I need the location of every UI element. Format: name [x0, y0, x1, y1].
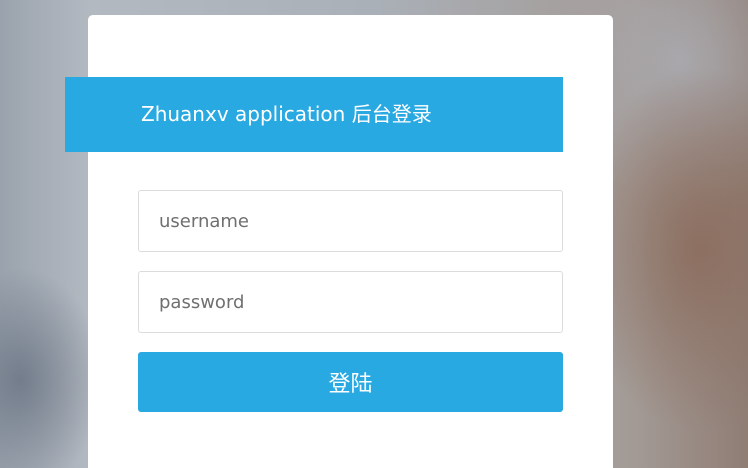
password-input[interactable]: [138, 271, 563, 333]
username-input[interactable]: [138, 190, 563, 252]
login-title-banner: Zhuanxv application 后台登录: [65, 77, 563, 152]
login-title: Zhuanxv application 后台登录: [141, 102, 432, 126]
login-button[interactable]: 登陆: [138, 352, 563, 412]
